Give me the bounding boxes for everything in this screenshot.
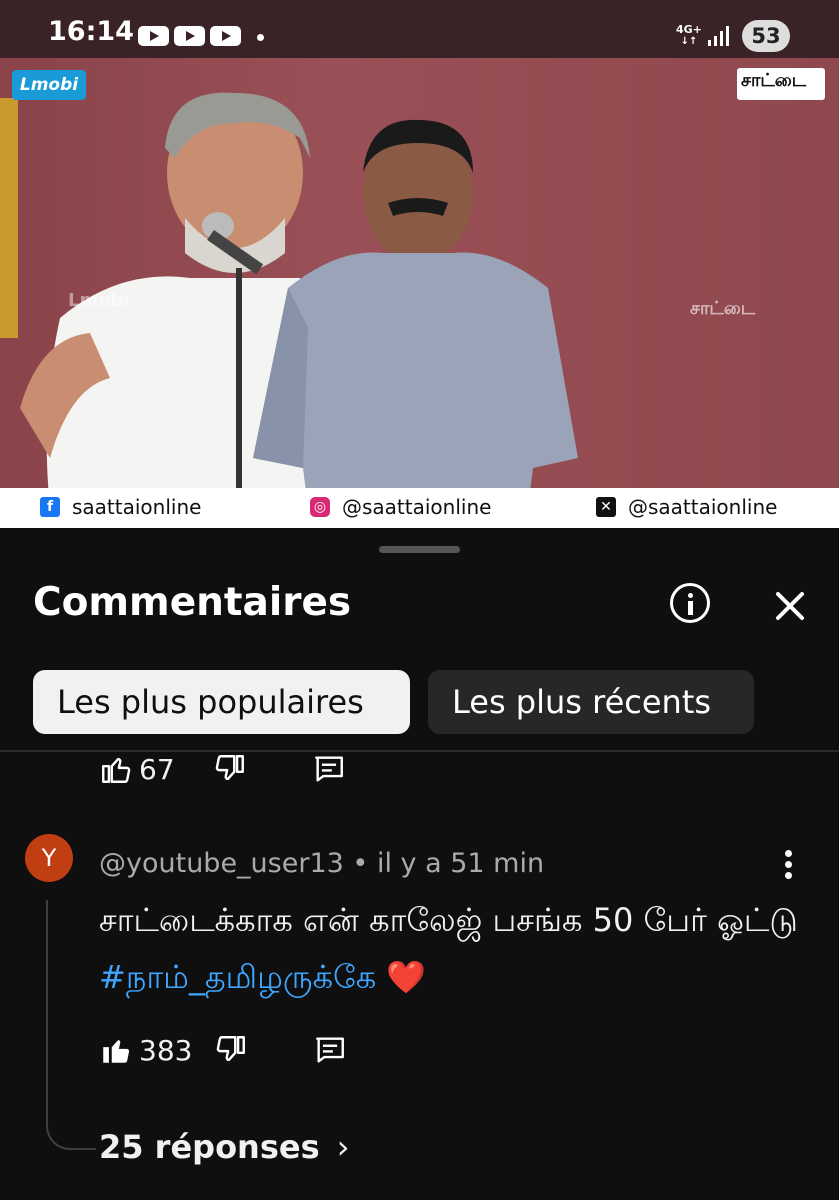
presenter-image: [253, 119, 578, 508]
drag-handle[interactable]: [379, 546, 460, 553]
youtube-notification-icon: [174, 26, 205, 46]
watermark-left: Lmobi: [68, 290, 130, 311]
filter-newest-comments[interactable]: Les plus récents: [428, 670, 754, 734]
dislike-icon[interactable]: [213, 752, 247, 786]
battery-indicator: 53: [742, 20, 790, 52]
comment-hashtag[interactable]: #நாம்_தமிழருக்கே: [99, 958, 376, 996]
panel-title: Commentaires: [33, 580, 352, 625]
comment-text: சாட்டைக்காக என் காலேஜ் பசங்க 50 பேர் ஓட்…: [99, 892, 799, 1006]
comment-actions: 383: [99, 1033, 348, 1067]
comment-author[interactable]: @youtube_user13: [99, 848, 344, 879]
channel-logo-right: சாட்டை: [737, 68, 825, 100]
status-bar: 16:14 4G+ ↓↑ 53: [0, 0, 839, 58]
view-replies-link[interactable]: 25 réponses ›: [99, 1128, 350, 1166]
video-player[interactable]: Lmobi சாட்டை Lmobi சாட்டை f saattaionlin…: [0, 58, 839, 528]
x-handle: ✕ @saattaionline: [596, 495, 777, 519]
reply-icon[interactable]: [311, 752, 347, 786]
youtube-notification-icon: [210, 26, 241, 46]
status-time: 16:14: [48, 16, 134, 47]
signal-icon: [708, 26, 729, 46]
previous-comment-actions: 67: [99, 752, 347, 786]
network-type: 4G+ ↓↑: [676, 23, 702, 48]
filter-top-comments[interactable]: Les plus populaires: [33, 670, 410, 734]
social-handles-bar: f saattaionline ◎ @saattaionline ✕ @saat…: [0, 488, 839, 528]
more-notifications-icon: [257, 34, 264, 41]
comments-panel: Commentaires Les plus populaires Les plu…: [0, 528, 839, 1200]
heart-emoji: ❤️: [386, 958, 427, 996]
more-options-icon[interactable]: [785, 850, 793, 880]
like-icon[interactable]: [99, 752, 133, 786]
avatar[interactable]: Y: [25, 834, 73, 882]
youtube-notification-icon: [138, 26, 169, 46]
watermark-right: சாட்டை: [690, 298, 756, 319]
instagram-icon: ◎: [310, 497, 330, 517]
meta-separator: •: [352, 848, 369, 879]
comment-time: il y a 51 min: [376, 848, 545, 879]
facebook-handle: f saattaionline: [40, 495, 201, 519]
info-icon[interactable]: [670, 583, 710, 623]
channel-logo-left: Lmobi: [12, 70, 86, 100]
reply-icon[interactable]: [312, 1033, 348, 1067]
stage-decoration: [0, 98, 18, 338]
like-icon[interactable]: [99, 1033, 133, 1067]
like-count: 383: [139, 1033, 193, 1067]
dislike-icon[interactable]: [214, 1033, 248, 1067]
thread-line: [46, 900, 96, 1150]
comment-body: சாட்டைக்காக என் காலேஜ் பசங்க 50 பேர் ஓட்…: [99, 901, 798, 939]
like-count: 67: [139, 752, 175, 786]
facebook-icon: f: [40, 497, 60, 517]
comment-meta: @youtube_user13 • il y a 51 min: [99, 848, 544, 879]
close-icon[interactable]: [772, 588, 808, 624]
x-icon: ✕: [596, 497, 616, 517]
chevron-right-icon: ›: [336, 1128, 350, 1166]
instagram-handle: ◎ @saattaionline: [310, 495, 491, 519]
